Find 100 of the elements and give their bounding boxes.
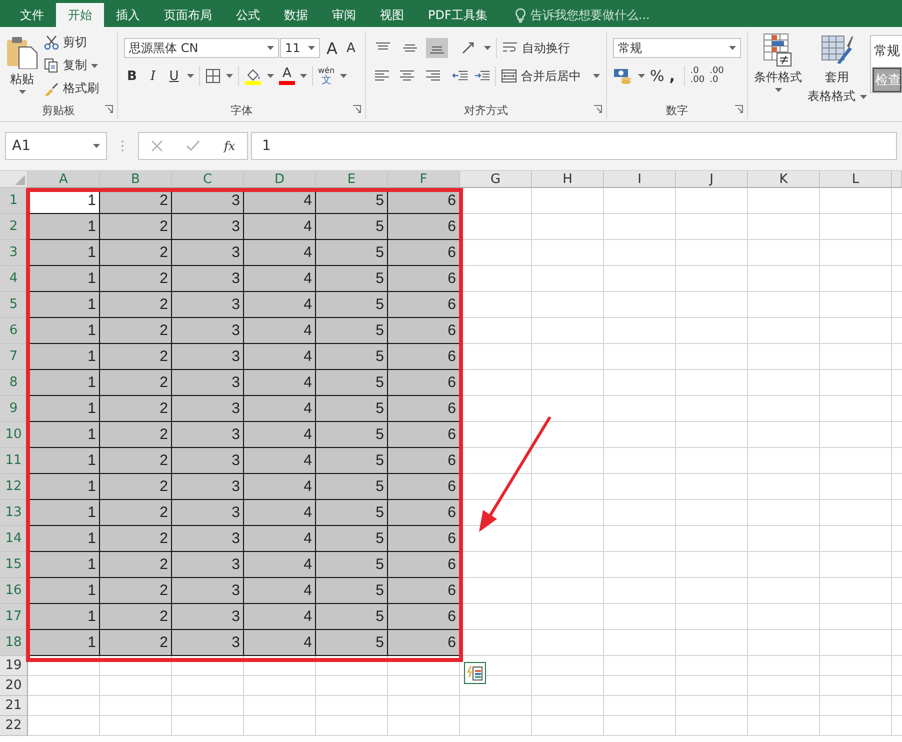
- checkmark-icon[interactable]: [186, 140, 200, 152]
- row-header[interactable]: 13: [0, 500, 28, 526]
- column-header[interactable]: K: [748, 171, 820, 188]
- column-header[interactable]: L: [820, 171, 892, 188]
- table-cell: 4: [244, 578, 316, 604]
- dialog-launcher-icon[interactable]: [353, 105, 361, 113]
- quick-analysis-button[interactable]: [464, 662, 486, 684]
- cut-button[interactable]: 剪切: [44, 33, 99, 52]
- column-header[interactable]: J: [676, 171, 748, 188]
- ribbon-tab[interactable]: 数据: [272, 3, 320, 27]
- dialog-launcher-icon[interactable]: [735, 105, 743, 113]
- vertical-align-button[interactable]: [426, 38, 448, 58]
- column-header[interactable]: A: [28, 171, 100, 188]
- table-cell: 6: [388, 474, 460, 500]
- ribbon-tab[interactable]: 页面布局: [152, 3, 224, 27]
- dialog-launcher-icon[interactable]: [105, 105, 113, 113]
- percent-button[interactable]: %: [650, 67, 664, 85]
- font-color-button[interactable]: A: [279, 67, 295, 85]
- column-header[interactable]: I: [604, 171, 676, 188]
- wrap-text-button[interactable]: 自动换行: [502, 38, 570, 58]
- row-header[interactable]: 10: [0, 422, 28, 448]
- ribbon-tab[interactable]: 视图: [368, 3, 416, 27]
- row-header[interactable]: 1: [0, 188, 28, 214]
- column-header[interactable]: G: [460, 171, 532, 188]
- fill-color-icon[interactable]: [244, 67, 262, 85]
- row-header[interactable]: 21: [0, 696, 28, 716]
- ribbon-tab[interactable]: 开始: [56, 3, 104, 27]
- table-cell: 5: [316, 552, 388, 578]
- font-name-dropdown[interactable]: 思源黑体 CN: [124, 38, 279, 58]
- font-size-dropdown[interactable]: 11: [280, 38, 320, 58]
- column-header[interactable]: H: [532, 171, 604, 188]
- borders-icon[interactable]: [205, 68, 221, 84]
- row-header[interactable]: 16: [0, 578, 28, 604]
- row-header[interactable]: 11: [0, 448, 28, 474]
- table-cell: 1: [28, 552, 100, 578]
- row-header[interactable]: 2: [0, 214, 28, 240]
- phonetic-button[interactable]: wén 文: [318, 66, 335, 86]
- caret-icon: [638, 74, 645, 78]
- conditional-formatting-button[interactable]: 条件格式: [752, 31, 804, 119]
- row-header[interactable]: 20: [0, 676, 28, 696]
- underline-button[interactable]: U: [166, 68, 182, 84]
- column-header[interactable]: B: [100, 171, 172, 188]
- row-header[interactable]: 15: [0, 552, 28, 578]
- format-as-table-button[interactable]: 套用 表格格式: [808, 31, 866, 119]
- increase-decimal-button[interactable]: .0 .00: [690, 67, 705, 85]
- currency-icon[interactable]: [613, 68, 633, 84]
- row-header[interactable]: 4: [0, 266, 28, 292]
- increase-indent-icon[interactable]: [474, 70, 490, 82]
- column-header[interactable]: D: [244, 171, 316, 188]
- row-header[interactable]: 17: [0, 604, 28, 630]
- column-header[interactable]: F: [388, 171, 460, 188]
- table-cell: 4: [244, 344, 316, 370]
- table-cell: 3: [172, 448, 244, 474]
- caret-icon: [267, 74, 274, 78]
- row-header[interactable]: 9: [0, 396, 28, 422]
- number-format-dropdown[interactable]: 常规: [613, 38, 741, 58]
- ribbon-tab[interactable]: PDF工具集: [416, 3, 500, 27]
- decrease-decimal-button[interactable]: .00 .0: [710, 67, 724, 85]
- table-cell: 5: [316, 292, 388, 318]
- table-cell: 6: [388, 422, 460, 448]
- ribbon-tab[interactable]: 审阅: [320, 3, 368, 27]
- decrease-indent-icon[interactable]: [452, 70, 468, 82]
- table-cell: 2: [100, 214, 172, 240]
- tell-me-field[interactable]: 告诉我您想要做什么...: [515, 3, 650, 27]
- row-header[interactable]: 12: [0, 474, 28, 500]
- italic-button[interactable]: I: [145, 68, 161, 84]
- row-header[interactable]: 6: [0, 318, 28, 344]
- column-header[interactable]: C: [172, 171, 244, 188]
- table-cell: 6: [388, 552, 460, 578]
- cell-style-item[interactable]: 常规: [873, 38, 901, 64]
- row-header[interactable]: 18: [0, 630, 28, 656]
- table-cell: 2: [100, 396, 172, 422]
- ribbon-tab[interactable]: 插入: [104, 3, 152, 27]
- table-cell: 6: [388, 500, 460, 526]
- row-header[interactable]: 3: [0, 240, 28, 266]
- bold-button[interactable]: B: [124, 68, 140, 84]
- ribbon-tab[interactable]: 公式: [224, 3, 272, 27]
- formula-input[interactable]: 1: [251, 132, 897, 160]
- table-cell: 6: [388, 630, 460, 656]
- row-header[interactable]: 19: [0, 656, 28, 676]
- merge-center-button[interactable]: 合并后居中: [501, 66, 600, 86]
- table-cell: 2: [100, 240, 172, 266]
- copy-button[interactable]: 复制: [44, 56, 99, 75]
- increase-font-button[interactable]: A: [325, 38, 339, 58]
- ribbon-tab[interactable]: 文件: [8, 3, 56, 27]
- paste-button[interactable]: 粘贴: [6, 33, 38, 101]
- comma-button[interactable]: ,: [669, 67, 680, 85]
- format-painter-button[interactable]: 格式刷: [44, 79, 99, 98]
- table-cell: 6: [388, 318, 460, 344]
- name-box[interactable]: A1: [5, 132, 107, 160]
- decrease-font-button[interactable]: A: [344, 40, 358, 56]
- row-header[interactable]: 5: [0, 292, 28, 318]
- row-header[interactable]: 7: [0, 344, 28, 370]
- table-cell: 6: [388, 370, 460, 396]
- insert-function-button[interactable]: fx: [224, 139, 236, 153]
- dialog-launcher-icon[interactable]: [594, 105, 602, 113]
- row-header[interactable]: 8: [0, 370, 28, 396]
- column-header[interactable]: E: [316, 171, 388, 188]
- row-header[interactable]: 14: [0, 526, 28, 552]
- row-header[interactable]: 22: [0, 716, 28, 736]
